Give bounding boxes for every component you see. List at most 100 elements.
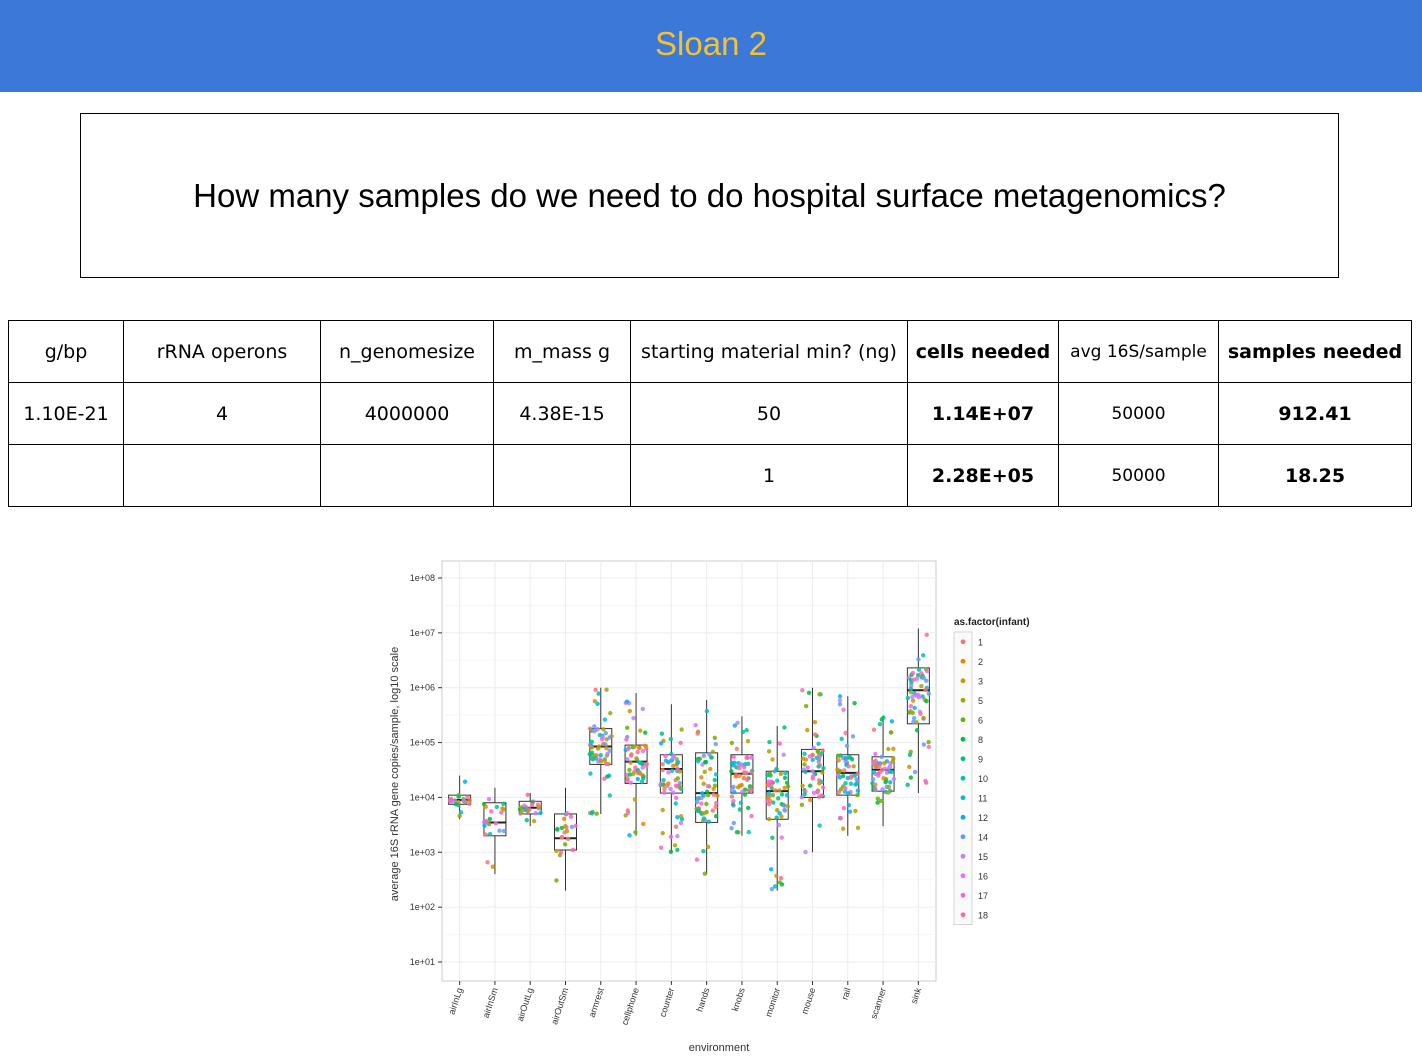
data-point xyxy=(921,653,926,658)
data-point xyxy=(489,809,494,814)
legend-title: as.factor(infant) xyxy=(954,617,1030,628)
data-point xyxy=(741,775,747,781)
data-point xyxy=(766,816,772,822)
data-point xyxy=(914,728,920,733)
data-point xyxy=(846,764,851,769)
data-point xyxy=(873,782,878,787)
data-point xyxy=(776,796,781,801)
data-point xyxy=(873,751,878,757)
data-point xyxy=(594,811,599,816)
data-point xyxy=(875,800,880,805)
data-point xyxy=(660,782,666,787)
data-point xyxy=(701,781,706,787)
data-point xyxy=(877,721,883,727)
data-point xyxy=(559,835,565,840)
data-point xyxy=(766,791,772,796)
data-point xyxy=(769,886,775,892)
legend-swatch xyxy=(960,658,966,664)
data-point xyxy=(675,766,680,771)
data-point xyxy=(807,783,813,788)
data-point xyxy=(595,746,601,751)
legend-swatch xyxy=(960,873,966,879)
data-point xyxy=(660,830,665,836)
data-point xyxy=(800,783,805,789)
data-point xyxy=(815,749,821,754)
data-point xyxy=(799,795,805,800)
legend-swatch xyxy=(960,756,966,762)
data-point xyxy=(627,708,633,714)
data-point xyxy=(911,715,917,721)
question-text: How many samples do we need to do hospit… xyxy=(193,176,1226,214)
data-point xyxy=(638,728,643,733)
legend-swatch xyxy=(960,639,966,645)
header-samples-needed: samples needed xyxy=(1218,320,1412,383)
data-point xyxy=(631,716,636,721)
data-point xyxy=(729,769,734,774)
data-point xyxy=(643,730,648,735)
data-point xyxy=(694,857,700,862)
data-point xyxy=(803,757,809,762)
data-point xyxy=(746,761,751,767)
data-point xyxy=(733,774,739,779)
data-point xyxy=(662,786,667,792)
data-point xyxy=(670,790,676,795)
table-cell: 2.28E+05 xyxy=(907,444,1059,507)
data-point xyxy=(805,727,810,733)
table-cell: 4 xyxy=(123,382,321,445)
data-point xyxy=(593,756,599,761)
data-point xyxy=(810,769,815,774)
table-cell: 4000000 xyxy=(320,382,494,445)
data-point xyxy=(665,760,671,765)
data-point xyxy=(703,759,709,765)
data-point xyxy=(524,818,529,823)
data-point xyxy=(807,797,813,803)
data-point xyxy=(456,794,461,799)
data-point xyxy=(675,776,681,781)
data-point xyxy=(920,694,925,699)
data-point xyxy=(737,765,742,771)
data-point xyxy=(625,808,631,813)
data-point xyxy=(872,787,878,792)
data-point xyxy=(770,757,775,762)
data-point xyxy=(773,788,778,793)
data-point xyxy=(854,777,859,782)
data-point xyxy=(671,763,676,769)
data-point xyxy=(766,782,772,787)
data-point xyxy=(483,832,488,837)
data-point xyxy=(666,770,671,775)
data-point xyxy=(923,687,928,693)
data-point xyxy=(501,801,506,807)
data-point xyxy=(810,757,815,763)
data-point xyxy=(675,814,680,820)
data-point xyxy=(847,809,853,814)
data-point xyxy=(628,780,633,785)
y-axis-title: average 16S rRNA gene copies/sample, log… xyxy=(389,647,401,901)
data-point xyxy=(842,768,847,773)
data-point xyxy=(811,745,816,750)
data-point xyxy=(486,796,492,802)
data-point xyxy=(637,745,642,751)
legend-swatch xyxy=(960,736,966,742)
data-point xyxy=(661,790,667,795)
data-point xyxy=(917,709,923,714)
data-point xyxy=(554,848,559,854)
legend-swatch xyxy=(960,697,966,703)
data-point xyxy=(713,741,718,747)
data-point xyxy=(500,806,505,811)
header-avg-16s: avg 16S/sample xyxy=(1058,320,1219,383)
table-cell xyxy=(123,444,321,507)
data-point xyxy=(871,727,877,732)
data-point xyxy=(802,762,807,767)
data-point xyxy=(782,775,788,781)
data-point xyxy=(562,830,567,835)
data-point xyxy=(712,735,717,741)
data-point xyxy=(912,769,918,775)
data-point xyxy=(749,770,754,775)
data-point xyxy=(905,782,910,788)
data-point xyxy=(493,821,499,826)
data-point xyxy=(635,749,640,755)
data-point xyxy=(712,783,718,788)
data-point xyxy=(837,769,842,774)
data-point xyxy=(911,719,916,725)
data-point xyxy=(889,719,895,724)
